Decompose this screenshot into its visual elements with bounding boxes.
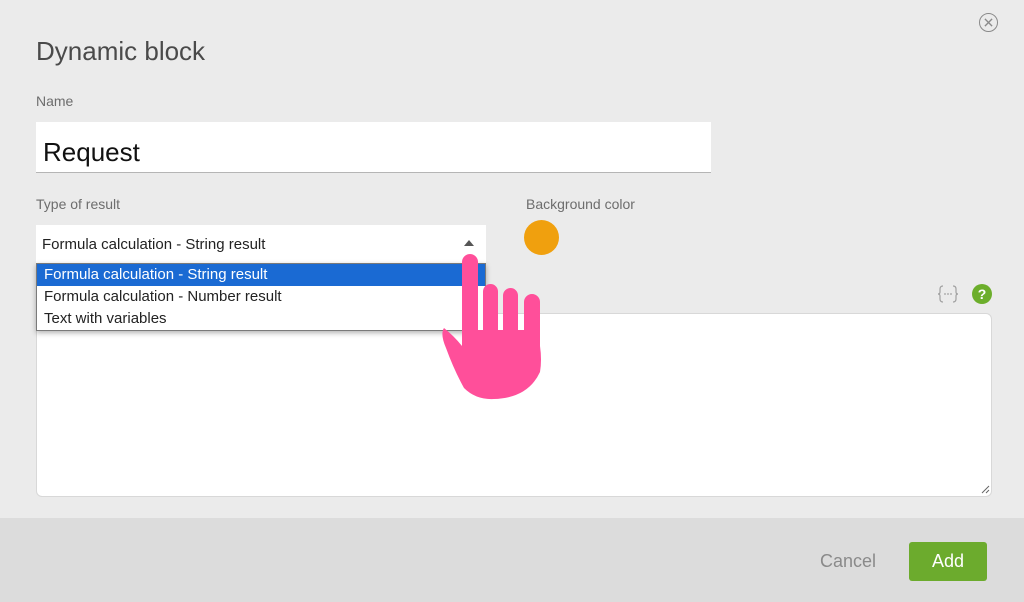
type-of-result-select[interactable]: Formula calculation - String result xyxy=(36,225,486,263)
option-number-result[interactable]: Formula calculation - Number result xyxy=(37,286,485,308)
formula-textarea[interactable] xyxy=(36,313,992,497)
caret-up-icon xyxy=(464,240,474,246)
help-icon[interactable]: ? xyxy=(972,284,992,304)
type-of-result-dropdown: Formula calculation - String result Form… xyxy=(36,263,486,331)
background-color-swatch[interactable] xyxy=(524,220,559,255)
close-icon[interactable] xyxy=(979,13,998,32)
cancel-button[interactable]: Cancel xyxy=(806,541,890,581)
type-of-result-value: Formula calculation - String result xyxy=(42,235,266,253)
resize-grip-icon[interactable] xyxy=(980,484,990,494)
braces-dots-icon[interactable] xyxy=(937,283,959,305)
dynamic-block-dialog: Dynamic block Name Type of result Formul… xyxy=(0,0,1024,602)
type-of-result-label: Type of result xyxy=(36,196,121,212)
name-label: Name xyxy=(36,93,74,109)
add-button[interactable]: Add xyxy=(909,542,987,581)
option-text-with-variables[interactable]: Text with variables xyxy=(37,308,485,330)
background-color-label: Background color xyxy=(526,196,635,212)
name-input[interactable] xyxy=(36,122,711,173)
dialog-title: Dynamic block xyxy=(36,36,206,66)
option-string-result[interactable]: Formula calculation - String result xyxy=(37,264,485,286)
